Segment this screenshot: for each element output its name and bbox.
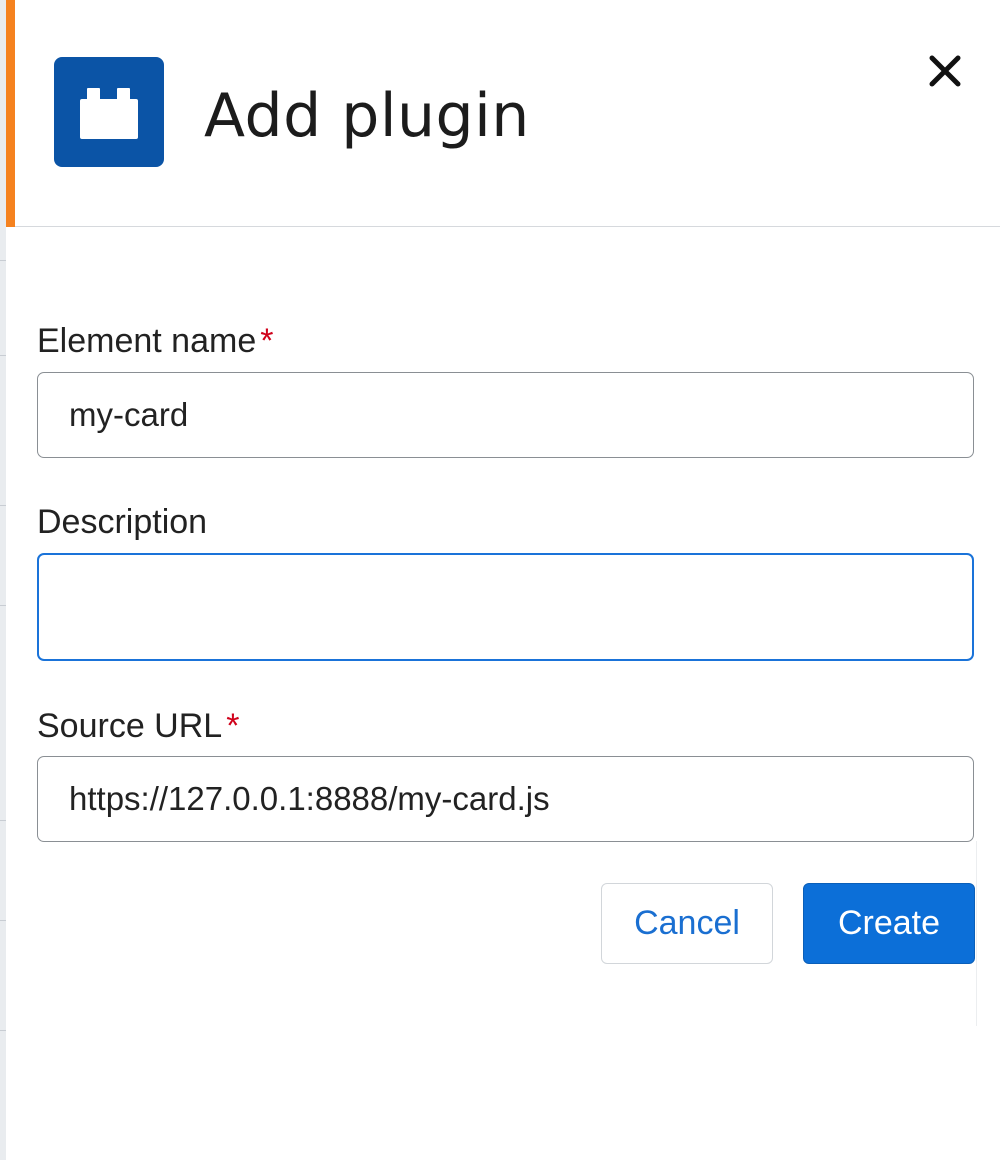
source-url-input[interactable] (37, 756, 974, 842)
divider (0, 820, 6, 821)
divider (0, 920, 6, 921)
required-marker: * (260, 322, 274, 360)
cancel-button[interactable]: Cancel (601, 883, 773, 964)
divider (0, 605, 6, 606)
required-marker: * (226, 707, 240, 745)
plugin-block-icon (54, 57, 164, 167)
element-name-input[interactable] (37, 372, 974, 458)
dialog-title: Add plugin (204, 81, 530, 151)
divider (0, 260, 6, 261)
plugin-block-icon-graphic (80, 88, 138, 139)
close-icon[interactable] (920, 46, 970, 96)
source-url-label-text: Source URL (37, 707, 223, 745)
source-url-label: Source URL * (37, 706, 239, 746)
element-name-label: Element name * (37, 321, 273, 361)
close-button[interactable] (920, 46, 970, 96)
divider (0, 505, 6, 506)
divider (0, 355, 6, 356)
description-input[interactable] (37, 553, 974, 661)
description-label: Description (37, 502, 207, 542)
create-button[interactable]: Create (803, 883, 975, 964)
description-label-text: Description (37, 503, 208, 541)
divider (0, 1030, 6, 1031)
dialog-accent-bar (6, 0, 15, 227)
add-plugin-dialog: Add plugin Element name* Description Sou… (0, 0, 1000, 1160)
dialog-header: Add plugin (15, 0, 1000, 227)
element-name-label-text: Element name (37, 322, 257, 360)
